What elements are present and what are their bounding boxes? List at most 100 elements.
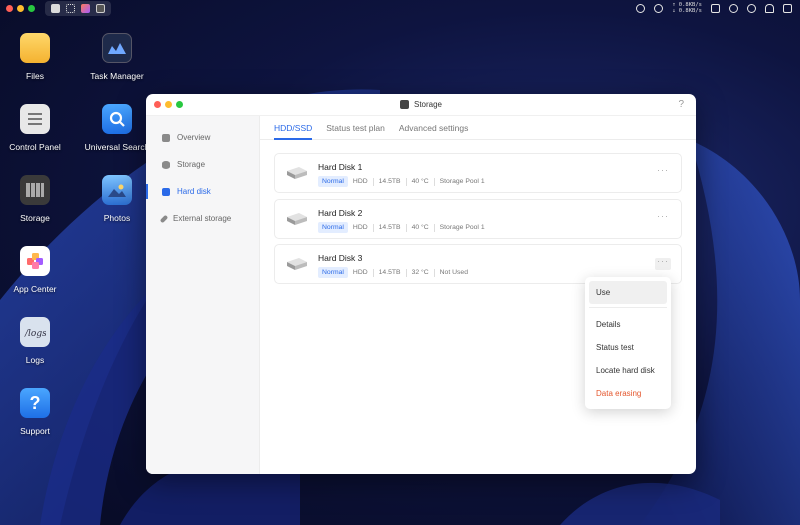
menu-item-data-erasing[interactable]: Data erasing xyxy=(589,382,667,405)
ram-monitor-icon[interactable] xyxy=(654,3,664,13)
divider xyxy=(405,177,407,186)
disk-pool: Storage Pool 1 xyxy=(439,224,485,231)
network-speed: ↑ 0.8KB/s ↓ 0.8KB/s xyxy=(672,2,702,14)
hard-drive-icon xyxy=(287,213,307,225)
hard-drive-icon xyxy=(287,258,307,270)
disk-size: 14.5TB xyxy=(378,224,401,231)
sidebar-item-external-storage[interactable]: External storage xyxy=(146,205,259,232)
task-manager-icon xyxy=(102,33,132,63)
disk-card-2[interactable]: Hard Disk 2 Normal HDD 14.5TB 40 °C Stor… xyxy=(274,199,682,239)
disk-meta: Normal HDD 14.5TB 40 °C Storage Pool 1 xyxy=(318,222,485,233)
disk-card-1[interactable]: Hard Disk 1 Normal HDD 14.5TB 40 °C Stor… xyxy=(274,153,682,193)
window-titlebar[interactable]: Storage ? xyxy=(146,94,696,116)
tab-status-test-plan[interactable]: Status test plan xyxy=(326,123,385,139)
disk-temperature: 32 °C xyxy=(411,269,429,276)
support-question-icon: ? xyxy=(20,388,50,418)
desktop-icon-label: Support xyxy=(20,426,50,436)
sidebar-item-label: Storage xyxy=(177,160,206,169)
minimize-dot-icon[interactable] xyxy=(17,4,24,12)
disk-temperature: 40 °C xyxy=(411,178,429,185)
menu-item-use[interactable]: Use xyxy=(589,281,667,304)
storage-taskbar-icon[interactable] xyxy=(96,3,105,13)
desktop-icon-files[interactable]: Files xyxy=(0,33,77,81)
overview-icon xyxy=(162,133,170,142)
maximize-dot-icon[interactable] xyxy=(28,4,35,12)
menu-divider xyxy=(589,307,667,308)
hard-drive-icon xyxy=(287,167,307,179)
desktop-icon-control-panel[interactable]: Control Panel xyxy=(0,104,77,152)
window-minimize-icon[interactable] xyxy=(165,101,172,108)
photos-app-icon xyxy=(102,175,132,205)
disk-type: HDD xyxy=(352,224,368,231)
disk-meta: Normal HDD 14.5TB 32 °C Not Used xyxy=(318,267,468,278)
sidebar-item-label: External storage xyxy=(173,214,232,223)
more-options-button[interactable]: ··· xyxy=(655,166,671,179)
window-close-icon[interactable] xyxy=(154,101,161,108)
divider xyxy=(433,177,435,186)
close-dot-icon[interactable] xyxy=(6,4,13,12)
desktop-icon-label: Control Panel xyxy=(9,142,61,152)
desktop-icon-task-manager[interactable]: Task Manager xyxy=(75,33,159,81)
disk-name: Hard Disk 1 xyxy=(318,162,363,172)
folder-icon xyxy=(20,33,50,63)
divider xyxy=(405,223,407,232)
divider xyxy=(372,223,374,232)
disk-temperature: 40 °C xyxy=(411,224,429,231)
database-icon xyxy=(162,160,170,169)
desktop-icon-logs[interactable]: /logs Logs xyxy=(0,317,77,365)
sidebar-item-overview[interactable]: Overview xyxy=(146,124,259,151)
more-options-button[interactable]: ··· xyxy=(655,212,671,225)
system-topbar: ↑ 0.8KB/s ↓ 0.8KB/s xyxy=(0,0,800,16)
sidebar-item-hard-disk[interactable]: Hard disk xyxy=(146,178,259,205)
app-grid-icon[interactable] xyxy=(66,3,75,13)
desktop-icon-label: App Center xyxy=(13,284,57,294)
storage-app-icon xyxy=(20,175,50,205)
user-icon[interactable] xyxy=(729,3,738,13)
desktop-icon-label: Files xyxy=(26,71,44,81)
disk-size: 14.5TB xyxy=(378,269,401,276)
menu-item-locate-hard-disk[interactable]: Locate hard disk xyxy=(589,359,667,382)
divider xyxy=(405,268,407,277)
help-button[interactable]: ? xyxy=(678,99,684,110)
control-panel-icon xyxy=(20,104,50,134)
desktop-window-controls xyxy=(6,4,35,12)
window-maximize-icon[interactable] xyxy=(176,101,183,108)
disk-size: 14.5TB xyxy=(378,178,401,185)
sidebar-item-storage[interactable]: Storage xyxy=(146,151,259,178)
desktop-icon-app-center[interactable]: App Center xyxy=(0,246,77,294)
status-badge: Normal xyxy=(318,176,348,187)
disk-name: Hard Disk 3 xyxy=(318,253,363,263)
cpu-monitor-icon[interactable] xyxy=(636,3,646,13)
notes-icon[interactable] xyxy=(711,3,720,13)
more-options-button[interactable]: ··· xyxy=(655,257,671,270)
disk-pool: Storage Pool 1 xyxy=(439,178,485,185)
tab-hdd-ssd[interactable]: HDD/SSD xyxy=(274,123,313,140)
search-icon[interactable] xyxy=(747,3,756,13)
tab-advanced-settings[interactable]: Advanced settings xyxy=(399,123,468,139)
window-controls xyxy=(154,101,183,108)
hard-disk-icon xyxy=(162,187,170,196)
logs-app-icon: /logs xyxy=(20,317,50,347)
desktop-icon-storage[interactable]: Storage xyxy=(0,175,77,223)
menu-item-details[interactable]: Details xyxy=(589,313,667,336)
disk-type: HDD xyxy=(352,269,368,276)
disk-name: Hard Disk 2 xyxy=(318,208,363,218)
widgets-icon[interactable] xyxy=(783,3,792,13)
divider xyxy=(433,268,435,277)
app-center-taskbar-icon[interactable] xyxy=(81,3,90,13)
disk-context-menu: Use Details Status test Locate hard disk… xyxy=(585,277,671,409)
menu-item-status-test[interactable]: Status test xyxy=(589,336,667,359)
divider xyxy=(372,177,374,186)
net-download: ↓ 0.8KB/s xyxy=(672,8,702,14)
bell-icon[interactable] xyxy=(765,3,774,13)
desktop-icon-label: Logs xyxy=(25,355,45,365)
disk-meta: Normal HDD 14.5TB 40 °C Storage Pool 1 xyxy=(318,176,485,187)
desktop-icon-label: Storage xyxy=(20,213,50,223)
tab-bar: HDD/SSD Status test plan Advanced settin… xyxy=(260,116,696,140)
usb-icon xyxy=(159,214,169,223)
desktop-icon-support[interactable]: ? Support xyxy=(0,388,77,436)
status-badge: Normal xyxy=(318,222,348,233)
status-badge: Normal xyxy=(318,267,348,278)
show-desktop-icon[interactable] xyxy=(51,3,60,13)
disk-pool: Not Used xyxy=(439,269,468,276)
